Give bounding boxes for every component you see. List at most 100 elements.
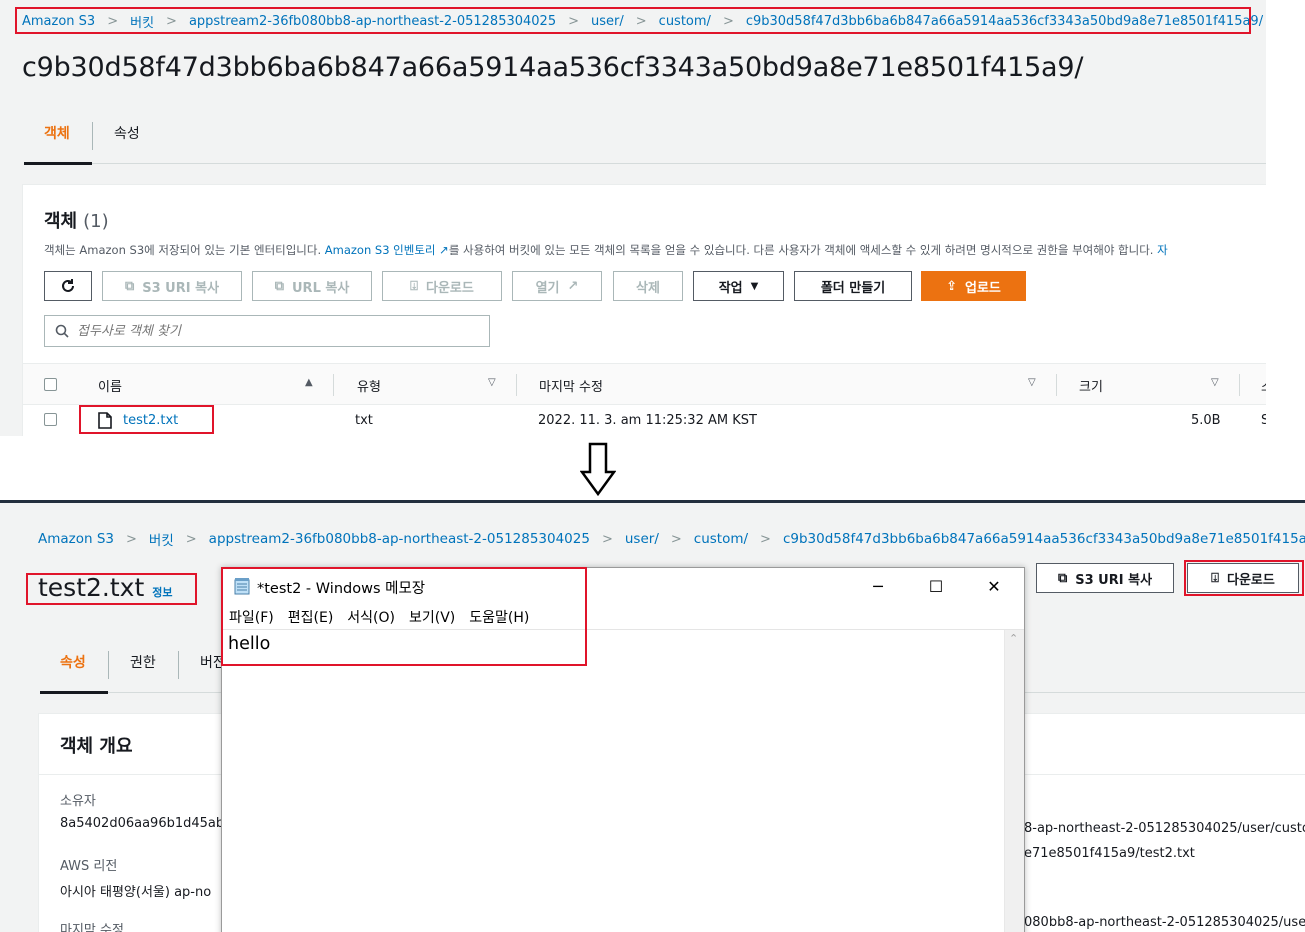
table-row: test2.txt txt 2022. 11. 3. am 11:25:32 A… bbox=[23, 405, 1266, 436]
objects-heading: 객체 (1) bbox=[44, 207, 109, 233]
tab-properties[interactable]: 속성 bbox=[60, 645, 86, 693]
menu-edit[interactable]: 편집(E) bbox=[288, 607, 334, 627]
scroll-up-icon[interactable]: ⌃ bbox=[1009, 632, 1018, 645]
chevron-right-icon: > bbox=[185, 531, 197, 547]
tab-properties[interactable]: 속성 bbox=[114, 116, 140, 164]
create-folder-label: 폴더 만들기 bbox=[820, 280, 886, 296]
breadcrumb-custom[interactable]: custom/ bbox=[694, 531, 748, 547]
tab-permissions[interactable]: 권한 bbox=[130, 645, 156, 693]
object-title: test2.txt 정보 bbox=[38, 573, 173, 602]
chevron-right-icon: > bbox=[166, 13, 177, 29]
region-value: 아시아 태평양(서울) ap-no bbox=[60, 885, 212, 900]
breadcrumb-bucket[interactable]: appstream2-36fb080bb8-ap-northeast-2-051… bbox=[209, 531, 590, 547]
column-separator bbox=[333, 374, 334, 396]
chevron-right-icon: > bbox=[635, 13, 647, 29]
notepad-menu-bar: 파일(F) 편집(E) 서식(O) 보기(V) 도움말(H) bbox=[222, 604, 1024, 630]
maximize-button[interactable]: ☐ bbox=[907, 568, 965, 604]
copy-icon: ⧉ bbox=[124, 278, 135, 294]
sort-icon[interactable]: ▽ bbox=[488, 377, 496, 388]
maximize-icon: ☐ bbox=[928, 576, 944, 596]
breadcrumb-folder[interactable]: c9b30d58f47d3bb6ba6b847a66a5914aa536cf33… bbox=[783, 531, 1305, 547]
file-last-modified: 2022. 11. 3. am 11:25:32 AM KST bbox=[538, 413, 757, 428]
desc-more-link[interactable]: 자 bbox=[1157, 243, 1168, 257]
s3-uri-value: 8-ap-northeast-2-051285304025/user/custo bbox=[1024, 821, 1305, 836]
breadcrumb-amazon-s3[interactable]: Amazon S3 bbox=[38, 531, 114, 547]
down-arrow-icon bbox=[580, 442, 616, 496]
breadcrumb-amazon-s3[interactable]: Amazon S3 bbox=[22, 14, 95, 29]
objects-count: (1) bbox=[83, 211, 109, 232]
breadcrumb-buckets[interactable]: 버킷 bbox=[130, 12, 154, 31]
chevron-right-icon: > bbox=[568, 13, 580, 29]
sort-icon[interactable]: ▽ bbox=[1211, 377, 1219, 388]
copy-url-button[interactable]: ⧉ URL 복사 bbox=[252, 271, 372, 301]
breadcrumb-folder[interactable]: c9b30d58f47d3bb6ba6b847a66a5914aa536cf33… bbox=[746, 14, 1263, 29]
close-icon: ✕ bbox=[987, 576, 1001, 596]
actions-dropdown[interactable]: 작업 ▼ bbox=[693, 271, 784, 301]
minimize-button[interactable]: ─ bbox=[849, 568, 907, 604]
download-icon: ⍗ bbox=[1211, 570, 1219, 586]
breadcrumb-custom[interactable]: custom/ bbox=[659, 14, 711, 29]
notepad-text-area[interactable]: hello bbox=[222, 630, 1004, 932]
notepad-title: *test2 - Windows 메모장 bbox=[257, 581, 426, 597]
external-link-icon: ↗ bbox=[567, 278, 579, 294]
tab-divider bbox=[178, 651, 179, 679]
column-separator bbox=[1056, 374, 1057, 396]
row-checkbox[interactable] bbox=[44, 413, 57, 426]
create-folder-button[interactable]: 폴더 만들기 bbox=[794, 271, 912, 301]
copy-icon: ⧉ bbox=[274, 278, 284, 294]
chevron-right-icon: > bbox=[670, 531, 682, 547]
menu-help[interactable]: 도움말(H) bbox=[469, 607, 529, 627]
chevron-right-icon: > bbox=[601, 531, 613, 547]
col-last-modified[interactable]: 마지막 수정 bbox=[539, 376, 603, 395]
menu-format[interactable]: 서식(O) bbox=[347, 607, 395, 627]
col-name[interactable]: 이름 bbox=[98, 376, 122, 395]
open-label: 열기 bbox=[535, 280, 560, 296]
region-label: AWS 리전 bbox=[60, 859, 118, 874]
inventory-link[interactable]: Amazon S3 인벤토리 bbox=[325, 243, 436, 257]
select-all-checkbox[interactable] bbox=[44, 378, 57, 391]
col-type[interactable]: 유형 bbox=[357, 376, 381, 395]
file-storage-class: S bbox=[1261, 413, 1266, 428]
info-link[interactable]: 정보 bbox=[152, 586, 172, 599]
breadcrumb-bucket[interactable]: appstream2-36fb080bb8-ap-northeast-2-051… bbox=[189, 14, 556, 29]
copy-s3-uri-button[interactable]: ⧉ S3 URI 복사 bbox=[102, 271, 242, 301]
upload-button[interactable]: ⇪ 업로드 bbox=[921, 271, 1026, 301]
breadcrumb-user[interactable]: user/ bbox=[591, 14, 624, 29]
copy-url-label: URL 복사 bbox=[292, 280, 350, 296]
notepad-title-bar[interactable]: *test2 - Windows 메모장 ─ ☐ ✕ bbox=[222, 568, 1024, 604]
col-storage-class[interactable]: 스 bbox=[1261, 376, 1266, 395]
close-button[interactable]: ✕ bbox=[965, 568, 1023, 604]
arn-value: e71e8501f415a9/test2.txt bbox=[1024, 846, 1195, 861]
open-button[interactable]: 열기 ↗ bbox=[512, 271, 602, 301]
chevron-right-icon: > bbox=[760, 531, 771, 547]
objects-table-header: 이름 ▲ 유형 ▽ 마지막 수정 ▽ 크기 ▽ 스 bbox=[23, 363, 1266, 405]
file-size: 5.0B bbox=[1191, 413, 1221, 428]
objects-description: 객체는 Amazon S3에 저장되어 있는 기본 엔터티입니다. Amazon… bbox=[44, 242, 1168, 258]
s3-bucket-folder-view: Amazon S3 > 버킷 > appstream2-36fb080bb8-a… bbox=[0, 0, 1266, 436]
breadcrumb-user[interactable]: user/ bbox=[625, 531, 659, 547]
menu-view[interactable]: 보기(V) bbox=[409, 607, 455, 627]
file-type: txt bbox=[355, 413, 373, 428]
tab-objects[interactable]: 객체 bbox=[44, 116, 70, 164]
file-name-link[interactable]: test2.txt bbox=[123, 413, 178, 428]
col-size[interactable]: 크기 bbox=[1079, 376, 1103, 395]
copy-s3-uri-button[interactable]: ⧉ S3 URI 복사 bbox=[1036, 563, 1174, 593]
refresh-icon bbox=[62, 279, 74, 292]
object-overview-heading: 객체 개요 bbox=[60, 736, 133, 757]
vertical-scrollbar[interactable]: ⌃ bbox=[1004, 630, 1024, 932]
download-button[interactable]: ⍗ 다운로드 bbox=[382, 271, 502, 301]
delete-button[interactable]: 삭제 bbox=[613, 271, 683, 301]
sort-icon[interactable]: ▽ bbox=[1028, 377, 1036, 388]
refresh-button[interactable] bbox=[44, 271, 92, 301]
prefix-search-input[interactable] bbox=[77, 323, 477, 339]
search-icon bbox=[55, 324, 69, 338]
tab-divider bbox=[92, 122, 93, 150]
minimize-icon: ─ bbox=[873, 576, 883, 596]
sort-asc-icon[interactable]: ▲ bbox=[305, 377, 313, 388]
menu-file[interactable]: 파일(F) bbox=[229, 607, 274, 627]
breadcrumb-buckets[interactable]: 버킷 bbox=[149, 529, 174, 549]
download-button[interactable]: ⍗ 다운로드 bbox=[1187, 563, 1299, 593]
notepad-window: *test2 - Windows 메모장 ─ ☐ ✕ 파일(F) 편집(E) 서… bbox=[221, 567, 1025, 932]
download-icon: ⍗ bbox=[410, 278, 418, 294]
tab-divider bbox=[108, 651, 109, 679]
